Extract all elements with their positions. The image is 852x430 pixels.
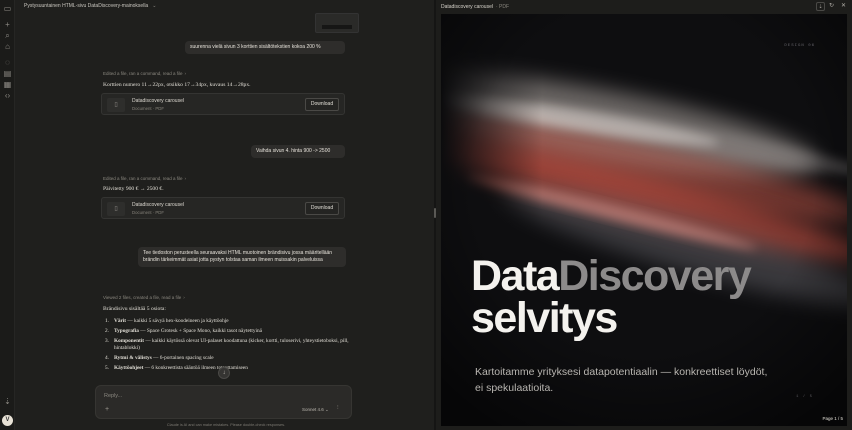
disclaimer: Claude is AI and can make mistakes. Plea… — [166, 423, 286, 427]
chevron-right-icon: › — [183, 295, 185, 300]
chevron-right-icon: › — [184, 71, 187, 76]
chevron-down-icon[interactable]: ⌄ — [152, 3, 156, 9]
list-item: 4. Rytmi & välistys — 6-portainen spacing… — [105, 355, 214, 361]
icon-rail: ▭ + ⌕ ⌂ ◌ ▤ ▦ ‹› ⇣ V — [0, 0, 15, 430]
sidebar-toggle-icon[interactable]: ▭ — [3, 4, 12, 13]
assistant-reply: Brändisivu sisältää 5 osiota: — [103, 306, 166, 312]
tool-summary[interactable]: Edited a file, ran a command, read a fil… — [103, 71, 186, 76]
user-message: suurenna vielä sivun 3 korttien sisältöt… — [185, 41, 345, 54]
assistant-reply: Korttien numero 11→22px, otsikko 17→34px… — [103, 82, 251, 88]
file-subtitle: Document · PDF — [132, 210, 164, 215]
model-selector[interactable]: Sonnet 4.6 ⌄ — [302, 407, 329, 413]
list-item: 2. Typografia — Space Grotesk + Space Mon… — [105, 328, 262, 334]
tool-summary[interactable]: Viewed 2 files, created a file, read a f… — [103, 295, 185, 300]
document-icon: ▯ — [107, 202, 125, 216]
customize-icon[interactable]: ⌂ — [3, 42, 12, 51]
search-icon[interactable]: ⌕ — [3, 31, 12, 40]
chat-pane: Pystysuuntainen HTML-sivu DataDiscovery-… — [15, 0, 435, 430]
close-icon[interactable]: ✕ — [839, 2, 848, 11]
list-item: 5. Käyttöohjeet — 6 konkreettista sääntöä… — [105, 365, 248, 371]
download-button[interactable]: Download — [305, 98, 339, 111]
list-item: 3. Komponentit — kaikki käytössä olevat U… — [105, 338, 349, 351]
download-icon[interactable]: ⇣ — [816, 2, 825, 11]
slide-subtitle: Kartoitamme yrityksesi datapotentiaalin … — [475, 366, 768, 394]
projects-icon[interactable]: ▤ — [3, 69, 12, 78]
file-card[interactable]: ▯ Datadiscovery carousel Document · PDF … — [101, 93, 345, 115]
page-indicator: Page 1 / 5 — [822, 416, 843, 421]
image-thumbnail[interactable] — [315, 13, 359, 33]
refresh-icon[interactable]: ↻ — [827, 2, 836, 11]
slide-count: 1 / 5 — [795, 395, 813, 399]
chevron-down-icon: ⌄ — [325, 407, 329, 412]
design-label: DESIGN 06 — [784, 44, 815, 48]
reply-composer[interactable]: Reply... + Sonnet 4.6 ⌄ ⫶ — [95, 385, 352, 419]
voice-icon[interactable]: ⫶ — [337, 405, 339, 412]
file-subtitle: Document · PDF — [132, 106, 164, 111]
download-app-icon[interactable]: ⇣ — [3, 397, 12, 406]
list-item: 1. Värit — kaikki 5 sävyä hex-koodeineen … — [105, 318, 229, 324]
reply-input[interactable]: Reply... — [104, 393, 122, 399]
file-title: Datadiscovery carousel — [132, 98, 184, 104]
artifact-panel: Datadiscovery carousel · PDF ⇣ ↻ ✕ DESIG… — [436, 0, 852, 430]
artifact-title: Datadiscovery carousel · PDF — [441, 4, 510, 10]
add-attachment-icon[interactable]: + — [105, 406, 109, 413]
document-icon: ▯ — [107, 98, 125, 112]
tool-summary[interactable]: Edited a file, ran a command, read a fil… — [103, 176, 186, 181]
chat-title[interactable]: Pystysuuntainen HTML-sivu DataDiscovery-… — [24, 3, 148, 9]
file-card[interactable]: ▯ Datadiscovery carousel Document · PDF … — [101, 197, 345, 219]
file-title: Datadiscovery carousel — [132, 202, 184, 208]
user-message: Vaihda sivun 4. hinta 900 -> 2500 — [251, 145, 345, 158]
artifacts-icon[interactable]: ▦ — [3, 80, 12, 89]
chat-header: Pystysuuntainen HTML-sivu DataDiscovery-… — [15, 0, 435, 12]
new-chat-icon[interactable]: + — [3, 20, 12, 29]
user-message: Tee tiedoston perusteella seuraavaksi HT… — [138, 247, 346, 267]
assistant-reply: Päivitetty 900 € → 2500 €. — [103, 186, 164, 192]
scroll-down-icon[interactable]: ↓ — [218, 367, 230, 379]
slide-headline: DataDiscovery selvitys — [471, 252, 752, 342]
code-icon[interactable]: ‹› — [3, 91, 12, 100]
chevron-right-icon: › — [184, 176, 187, 181]
avatar[interactable]: V — [2, 415, 13, 426]
chats-icon[interactable]: ◌ — [3, 58, 12, 67]
feature-list: 1. Värit — kaikki 5 sävyä hex-koodeineen … — [105, 318, 375, 375]
download-button[interactable]: Download — [305, 202, 339, 215]
slide-preview: DESIGN 06 DataDiscovery selvitys Kartoita… — [441, 14, 847, 426]
